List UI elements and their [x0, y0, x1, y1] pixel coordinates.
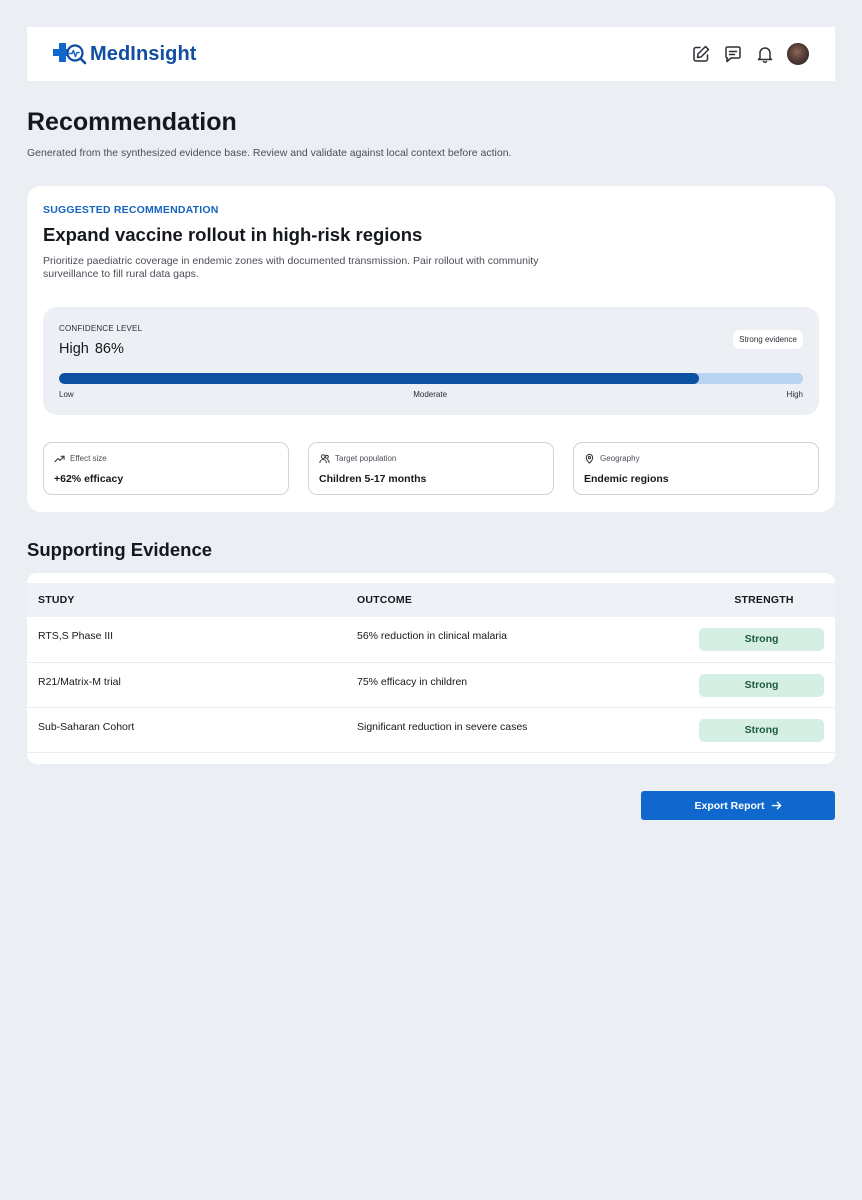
message-icon[interactable]	[723, 44, 743, 64]
page-subtitle: Generated from the synthesized evidence …	[27, 147, 512, 159]
column-header-outcome[interactable]: OUTCOME	[357, 583, 693, 617]
confidence-progress-fill	[59, 373, 699, 384]
study-cell: R21/Matrix-M trial	[27, 662, 357, 708]
user-avatar[interactable]	[787, 43, 809, 65]
outcome-cell: 56% reduction in clinical malaria	[357, 617, 693, 663]
header-actions	[691, 43, 809, 65]
recommendation-kicker: SUGGESTED RECOMMENDATION	[43, 204, 219, 216]
table-row[interactable]: RTS,S Phase III 56% reduction in clinica…	[27, 617, 835, 663]
export-report-button[interactable]: Export Report	[641, 791, 835, 820]
study-cell: Sub-Saharan Cohort	[27, 707, 357, 753]
confidence-percent: 86%	[94, 341, 124, 357]
edit-icon[interactable]	[691, 44, 711, 64]
metric-card-effect-size: Effect size +62% efficacy	[43, 442, 289, 495]
metric-value: Children 5-17 months	[319, 473, 427, 485]
metric-head: Target population	[319, 453, 543, 464]
metric-row: Effect size +62% efficacy Target populat…	[43, 442, 819, 495]
page-title: Recommendation	[27, 108, 237, 136]
study-cell: RTS,S Phase III	[27, 617, 357, 663]
column-header-strength[interactable]: STRENGTH	[693, 583, 835, 617]
strength-cell: Strong	[693, 707, 835, 753]
scale-low-label: Low	[59, 390, 74, 399]
users-icon	[319, 454, 330, 464]
confidence-label: CONFIDENCE LEVEL	[59, 324, 143, 333]
metric-head: Effect size	[54, 453, 278, 464]
medinsight-logo-icon	[53, 43, 87, 65]
confidence-level: High	[59, 341, 89, 357]
confidence-panel: CONFIDENCE LEVEL High 86% Strong evidence…	[43, 307, 819, 415]
outcome-cell: Significant reduction in severe cases	[357, 707, 693, 753]
strength-badge: Strong	[699, 718, 824, 742]
bell-icon[interactable]	[755, 44, 775, 64]
metric-label: Effect size	[70, 454, 107, 463]
table-row[interactable]: Sub-Saharan Cohort Significant reduction…	[27, 707, 835, 753]
metric-value: +62% efficacy	[54, 473, 124, 485]
evidence-table-card: STUDY OUTCOME STRENGTH RTS,S Phase III 5…	[27, 573, 835, 764]
metric-label: Target population	[335, 454, 397, 463]
table-header-row: STUDY OUTCOME STRENGTH	[27, 583, 835, 617]
column-header-study[interactable]: STUDY	[27, 583, 357, 617]
brand-name: MedInsight	[90, 42, 197, 65]
arrow-right-icon	[771, 801, 781, 810]
scale-moderate-label: Moderate	[413, 390, 448, 399]
evidence-table: STUDY OUTCOME STRENGTH RTS,S Phase III 5…	[27, 583, 835, 753]
supporting-evidence-title: Supporting Evidence	[27, 539, 213, 560]
strength-badge: Strong	[699, 673, 824, 697]
metric-label: Geography	[600, 454, 640, 463]
outcome-cell: 75% efficacy in children	[357, 662, 693, 708]
recommendation-description: Prioritize paediatric coverage in endemi…	[43, 255, 539, 280]
evidence-badge: Strong evidence	[733, 330, 803, 349]
trend-up-icon	[54, 455, 65, 463]
strength-badge: Strong	[699, 628, 824, 651]
strength-cell: Strong	[693, 617, 835, 663]
metric-value: Endemic regions	[584, 473, 669, 485]
metric-head: Geography	[584, 453, 808, 464]
recommendation-title: Expand vaccine rollout in high-risk regi…	[43, 224, 423, 245]
recommendation-card: SUGGESTED RECOMMENDATION Expand vaccine …	[27, 186, 835, 512]
map-pin-icon	[585, 453, 594, 464]
top-navigation-bar: MedInsight	[27, 27, 835, 81]
metric-card-geography: Geography Endemic regions	[573, 442, 819, 495]
confidence-progress-track	[59, 373, 803, 384]
strength-cell: Strong	[693, 662, 835, 708]
confidence-scale: Low Moderate High	[59, 390, 803, 399]
scale-high-label: High	[786, 390, 803, 399]
brand[interactable]: MedInsight	[53, 41, 197, 67]
metric-card-target-population: Target population Children 5-17 months	[308, 442, 554, 495]
confidence-value: High 86%	[59, 341, 124, 357]
table-row[interactable]: R21/Matrix-M trial 75% efficacy in child…	[27, 662, 835, 708]
export-report-label: Export Report	[694, 799, 765, 812]
